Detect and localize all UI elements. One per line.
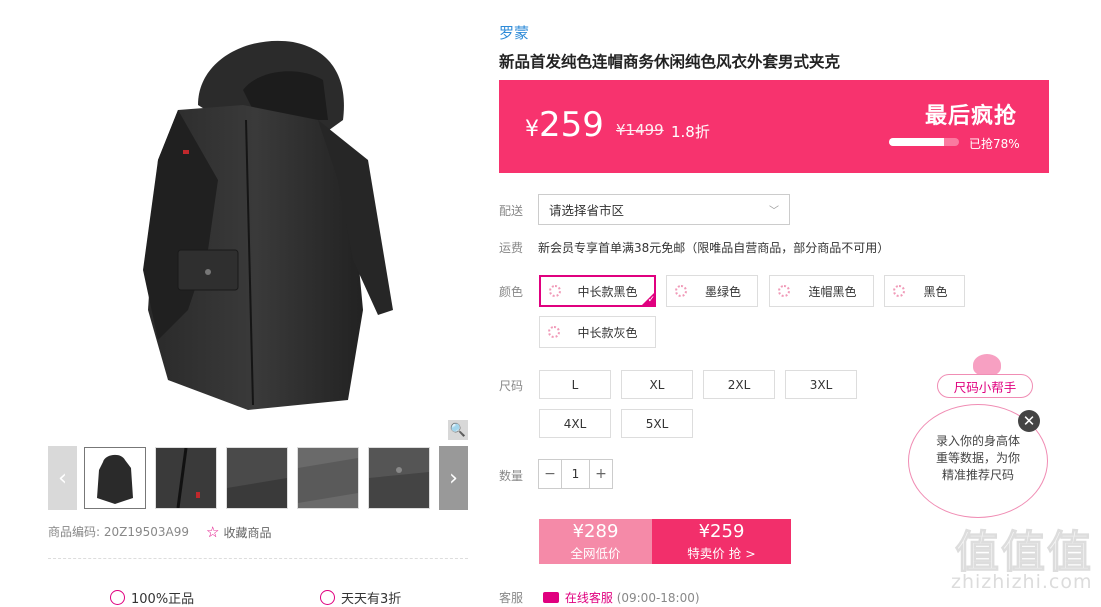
lowest-price-label: 全网低价 [570, 546, 621, 561]
sold-progress-bar [889, 138, 959, 146]
quantity-stepper: − 1 + [538, 459, 613, 489]
size-helper-button[interactable]: 尺码小帮手 [937, 374, 1033, 398]
jacket-illustration [143, 40, 393, 410]
loading-icon [548, 326, 560, 338]
thumbnail-detail-image [369, 448, 429, 508]
favorite-button[interactable]: ☆ 收藏商品 [206, 523, 271, 541]
service-label: 客服 [499, 591, 524, 605]
promo-label: 最后疯抢 [925, 104, 1018, 129]
color-option[interactable]: 中长款灰色 [539, 316, 656, 348]
loading-icon [675, 285, 687, 297]
size-helper-text: 重等数据，为你 [935, 451, 1020, 465]
original-price: ¥1499 [616, 121, 664, 139]
quantity-label: 数量 [499, 469, 524, 483]
size-option[interactable]: 2XL [703, 370, 775, 399]
quantity-minus-button[interactable]: − [539, 460, 561, 488]
thumbnail-5[interactable] [368, 447, 430, 509]
thumbnail-strip: ‹ › [48, 446, 468, 510]
chevron-down-icon: ﹀ [769, 206, 779, 217]
color-option-label: 黑色 [923, 284, 948, 299]
guarantee-discount: 天天有3折 [320, 588, 401, 607]
thumbnail-detail-image [227, 448, 287, 508]
thumbnail-detail-image [298, 448, 358, 508]
watermark-site: zhizhizhi.com [951, 571, 1093, 593]
thumbnail-1[interactable] [84, 447, 146, 509]
product-title: 新品首发纯色连帽商务休闲纯色风衣外套男式夹克 [499, 53, 841, 71]
size-label: 尺码 [499, 379, 524, 393]
color-label: 颜色 [499, 285, 524, 299]
color-option[interactable]: 黑色 [884, 275, 965, 307]
size-helper-text: 精准推荐尺码 [941, 468, 1014, 482]
thumbnail-next-button[interactable]: › [439, 446, 468, 510]
buy-now-button[interactable]: ¥259 特卖价 抢 > [652, 519, 791, 564]
region-select[interactable]: 请选择省市区 ﹀ [538, 194, 790, 225]
service-hours: (09:00-18:00) [616, 591, 700, 605]
shipping-label: 运费 [499, 241, 524, 255]
region-select-value: 请选择省市区 [549, 203, 625, 218]
loading-icon [893, 285, 905, 297]
percent-icon [320, 590, 335, 605]
size-helper-text: 录入你的身高体 [935, 434, 1020, 448]
guarantee-label: 100%正品 [131, 592, 195, 607]
size-option[interactable]: 5XL [621, 409, 693, 438]
lowest-price-button[interactable]: ¥289 全网低价 [539, 519, 652, 564]
color-option[interactable]: 连帽黑色 [769, 275, 874, 307]
thumbnail-detail-image [156, 448, 216, 508]
thumbnail-3[interactable] [226, 447, 288, 509]
thumbnail-jacket-image [85, 448, 145, 508]
product-meta-row: 商品编码: 20Z19503A99 ☆ 收藏商品 [48, 523, 468, 541]
size-option[interactable]: 4XL [539, 409, 611, 438]
customer-service-row: 客服 在线客服 (09:00-18:00) [499, 589, 700, 606]
thumbnail-4[interactable] [297, 447, 359, 509]
star-icon: ☆ [206, 523, 220, 541]
guarantee-label: 天天有3折 [341, 592, 402, 607]
product-code: 20Z19503A99 [103, 525, 190, 539]
price-banner: ¥259 ¥1499 1.8折 最后疯抢 已抢78% [499, 80, 1049, 173]
special-price-label: 特卖价 抢 > [687, 546, 756, 561]
brand-link[interactable]: 罗蒙 [499, 22, 529, 43]
color-option[interactable]: 中长款黑色 ✓ [539, 275, 656, 307]
sold-progress-fill [889, 138, 944, 146]
quantity-plus-button[interactable]: + [590, 460, 612, 488]
color-option-label: 中长款灰色 [577, 325, 638, 340]
close-icon[interactable]: ✕ [1018, 410, 1040, 432]
sold-progress-text: 已抢78% [969, 137, 1020, 151]
mascot-icon [973, 354, 1001, 376]
online-service-link[interactable]: 在线客服 [565, 591, 613, 605]
quantity-input[interactable]: 1 [561, 460, 590, 488]
color-option[interactable]: 墨绿色 [666, 275, 758, 307]
loading-icon [549, 285, 561, 297]
guarantee-authentic: 100%正品 [110, 588, 194, 607]
color-option-label: 墨绿色 [704, 284, 741, 299]
thumbnail-prev-button[interactable]: ‹ [48, 446, 77, 510]
loading-icon [778, 285, 790, 297]
zoom-icon[interactable]: 🔍 [448, 420, 468, 440]
size-option[interactable]: 3XL [785, 370, 857, 399]
color-option-label: 中长款黑色 [577, 284, 638, 299]
current-price: ¥259 [525, 105, 604, 145]
special-price: ¥259 [698, 521, 745, 542]
check-icon: ✓ [640, 291, 656, 307]
discount-rate: 1.8折 [671, 123, 710, 141]
shield-icon [110, 590, 125, 605]
divider [48, 558, 468, 559]
thumbnail-2[interactable] [155, 447, 217, 509]
chat-icon [542, 592, 559, 603]
delivery-label: 配送 [499, 204, 524, 218]
favorite-label: 收藏商品 [223, 526, 272, 540]
color-option-label: 连帽黑色 [808, 284, 857, 299]
size-option[interactable]: L [539, 370, 611, 399]
lowest-price: ¥289 [572, 521, 619, 542]
size-option[interactable]: XL [621, 370, 693, 399]
main-product-image[interactable] [48, 10, 468, 442]
shipping-text: 新会员专享首单满38元免邮（限唯品自营商品，部分商品不可用） [538, 241, 890, 255]
product-code-label: 商品编码: [48, 525, 101, 539]
